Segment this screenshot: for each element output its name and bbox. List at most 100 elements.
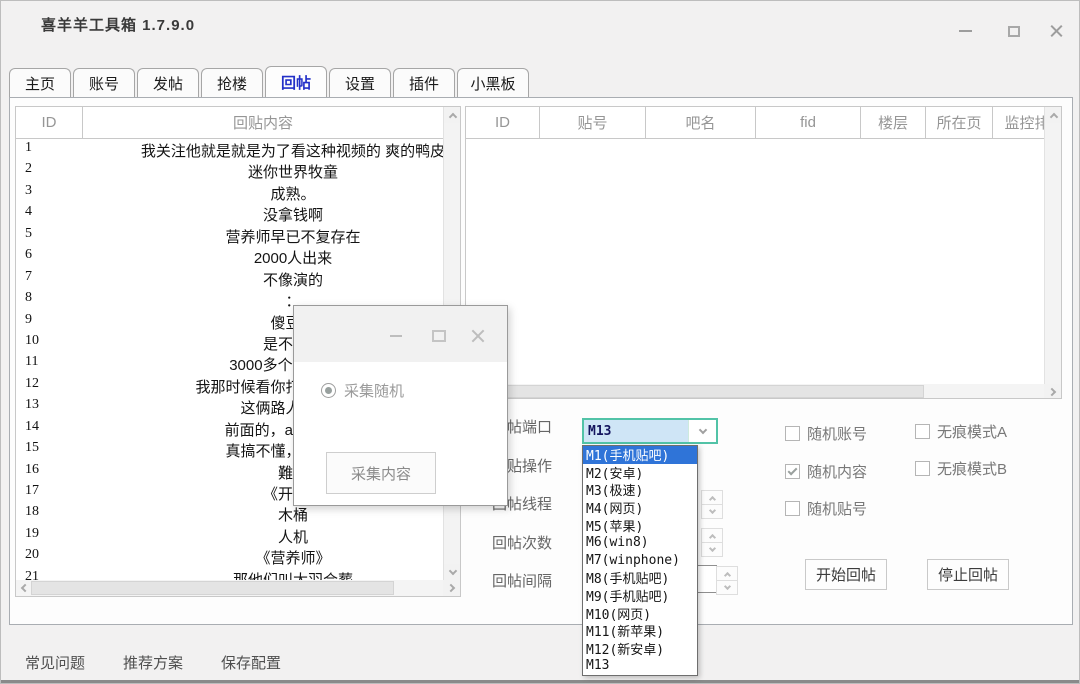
column-header-id[interactable]: ID bbox=[466, 107, 540, 138]
table-row[interactable]: 5营养师早已不复存在 bbox=[16, 225, 460, 246]
table-row[interactable]: 4没拿钱啊 bbox=[16, 203, 460, 224]
spin-down-button[interactable] bbox=[701, 542, 723, 557]
column-header-id[interactable]: ID bbox=[16, 107, 83, 138]
reply-tab-panel: ID 回贴内容 1我关注他就是就是为了看这种视频的 爽的鸭皮 2迷你世界牧童 3… bbox=[9, 97, 1073, 625]
dropdown-option[interactable]: M5(苹果) bbox=[583, 516, 697, 534]
row-id: 18 bbox=[25, 504, 39, 520]
dropdown-option[interactable]: M9(手机贴吧) bbox=[583, 587, 697, 605]
port-combobox[interactable]: M13 bbox=[582, 418, 718, 444]
port-combobox-value[interactable]: M13 bbox=[584, 420, 688, 442]
close-button[interactable] bbox=[1045, 20, 1067, 42]
dropdown-option[interactable]: M6(win8) bbox=[583, 534, 697, 552]
vertical-scrollbar[interactable] bbox=[1044, 107, 1061, 384]
dialog-minimize-button[interactable] bbox=[386, 326, 406, 346]
tab-label: 账号 bbox=[89, 73, 119, 94]
start-reply-button[interactable]: 开始回帖 bbox=[805, 559, 887, 590]
row-content: 《营养师》 bbox=[83, 547, 460, 568]
table-row[interactable]: 20《营养师》 bbox=[16, 546, 460, 567]
checkbox-random-postid[interactable]: 随机贴号 bbox=[785, 498, 867, 519]
table-row[interactable]: 1我关注他就是就是为了看这种视频的 爽的鸭皮 bbox=[16, 139, 460, 160]
dropdown-option[interactable]: M12(新安卓) bbox=[583, 640, 697, 658]
table-row[interactable]: 19人机 bbox=[16, 525, 460, 546]
chevron-down-icon bbox=[708, 545, 715, 552]
spin-down-button[interactable] bbox=[716, 580, 738, 595]
dropdown-option[interactable]: M8(手机贴吧) bbox=[583, 569, 697, 587]
column-header-postno[interactable]: 贴号 bbox=[540, 107, 646, 138]
minimize-button[interactable] bbox=[954, 20, 976, 42]
row-content: 没拿钱啊 bbox=[83, 204, 460, 225]
scroll-right-button[interactable] bbox=[1044, 384, 1061, 399]
checkbox-traceless-a[interactable]: 无痕模式A bbox=[915, 421, 1007, 442]
horizontal-scrollbar[interactable] bbox=[466, 384, 1061, 399]
tab-settings[interactable]: 设置 bbox=[329, 68, 391, 97]
column-header-fid[interactable]: fid bbox=[756, 107, 861, 138]
recommend-link[interactable]: 推荐方案 bbox=[123, 652, 183, 673]
checkbox-icon[interactable] bbox=[785, 501, 800, 516]
dropdown-option[interactable]: M7(winphone) bbox=[583, 552, 697, 570]
save-config-link[interactable]: 保存配置 bbox=[221, 652, 281, 673]
checkbox-traceless-b[interactable]: 无痕模式B bbox=[915, 458, 1007, 479]
scrollbar-thumb[interactable] bbox=[31, 581, 394, 595]
dropdown-option[interactable]: M11(新苹果) bbox=[583, 622, 697, 640]
spin-down-button[interactable] bbox=[701, 504, 723, 519]
checkbox-icon[interactable] bbox=[915, 461, 930, 476]
chevron-up-icon bbox=[708, 533, 715, 540]
checkbox-random-content[interactable]: 随机内容 bbox=[785, 461, 867, 482]
spin-up-button[interactable] bbox=[701, 528, 723, 543]
checkbox-icon-checked[interactable] bbox=[785, 464, 800, 479]
radio-icon[interactable] bbox=[321, 383, 336, 398]
tab-plugins[interactable]: 插件 bbox=[393, 68, 455, 97]
chevron-left-icon bbox=[20, 584, 28, 592]
table-row[interactable]: 21那他们叫太羽合葬 bbox=[16, 568, 460, 580]
dropdown-option[interactable]: M4(网页) bbox=[583, 499, 697, 517]
thread-spinner[interactable] bbox=[701, 490, 723, 520]
checkbox-icon[interactable] bbox=[785, 426, 800, 441]
dropdown-option[interactable]: M10(网页) bbox=[583, 604, 697, 622]
stop-reply-button[interactable]: 停止回帖 bbox=[927, 559, 1009, 590]
tab-post[interactable]: 发帖 bbox=[137, 68, 199, 97]
dropdown-option[interactable]: M13 bbox=[583, 657, 697, 675]
horizontal-scrollbar[interactable] bbox=[16, 580, 460, 596]
scroll-down-button[interactable] bbox=[444, 564, 461, 580]
dialog-close-button[interactable] bbox=[467, 326, 487, 346]
minimize-icon bbox=[390, 335, 402, 337]
table-row[interactable]: 3成熟。 bbox=[16, 182, 460, 203]
dialog-maximize-button[interactable] bbox=[429, 326, 449, 346]
column-header-page[interactable]: 所在页 bbox=[926, 107, 993, 138]
spin-up-button[interactable] bbox=[701, 490, 723, 505]
dropdown-option[interactable]: M2(安卓) bbox=[583, 464, 697, 482]
tab-label: 主页 bbox=[25, 73, 55, 94]
scroll-up-button[interactable] bbox=[1045, 107, 1062, 123]
tab-floor-grab[interactable]: 抢楼 bbox=[201, 68, 263, 97]
column-header-content[interactable]: 回贴内容 bbox=[83, 107, 443, 138]
spin-up-button[interactable] bbox=[716, 566, 738, 581]
scroll-right-button[interactable] bbox=[443, 580, 460, 596]
scroll-left-button[interactable] bbox=[16, 580, 31, 596]
dropdown-option[interactable]: M1(手机贴吧) bbox=[583, 446, 697, 464]
maximize-icon bbox=[1008, 26, 1020, 37]
checkbox-random-account[interactable]: 随机账号 bbox=[785, 423, 867, 444]
checkbox-icon[interactable] bbox=[915, 424, 930, 439]
maximize-icon bbox=[432, 330, 446, 342]
radio-collect-random[interactable]: 采集随机 bbox=[321, 380, 404, 401]
tab-blackboard[interactable]: 小黑板 bbox=[457, 68, 529, 97]
table-row[interactable]: 62000人出来 bbox=[16, 246, 460, 267]
dropdown-option[interactable]: M3(极速) bbox=[583, 481, 697, 499]
faq-link[interactable]: 常见问题 bbox=[25, 652, 85, 673]
table-row[interactable]: 18木桶 bbox=[16, 503, 460, 524]
column-header-floor[interactable]: 楼层 bbox=[861, 107, 926, 138]
column-header-barname[interactable]: 吧名 bbox=[646, 107, 756, 138]
count-spinner[interactable] bbox=[701, 528, 723, 558]
table-row[interactable]: 2迷你世界牧童 bbox=[16, 160, 460, 181]
tab-reply[interactable]: 回帖 bbox=[265, 66, 327, 97]
port-combobox-arrow[interactable] bbox=[688, 420, 716, 442]
row-content: 不像演的 bbox=[83, 269, 460, 290]
maximize-button[interactable] bbox=[1003, 20, 1025, 42]
tab-home[interactable]: 主页 bbox=[9, 68, 71, 97]
scroll-up-button[interactable] bbox=[444, 107, 461, 123]
table-row[interactable]: 7不像演的 bbox=[16, 268, 460, 289]
interval-spinner[interactable] bbox=[716, 566, 738, 596]
tab-account[interactable]: 账号 bbox=[73, 68, 135, 97]
scrollbar-thumb[interactable] bbox=[467, 385, 924, 398]
collect-content-button[interactable]: 采集内容 bbox=[326, 452, 436, 494]
